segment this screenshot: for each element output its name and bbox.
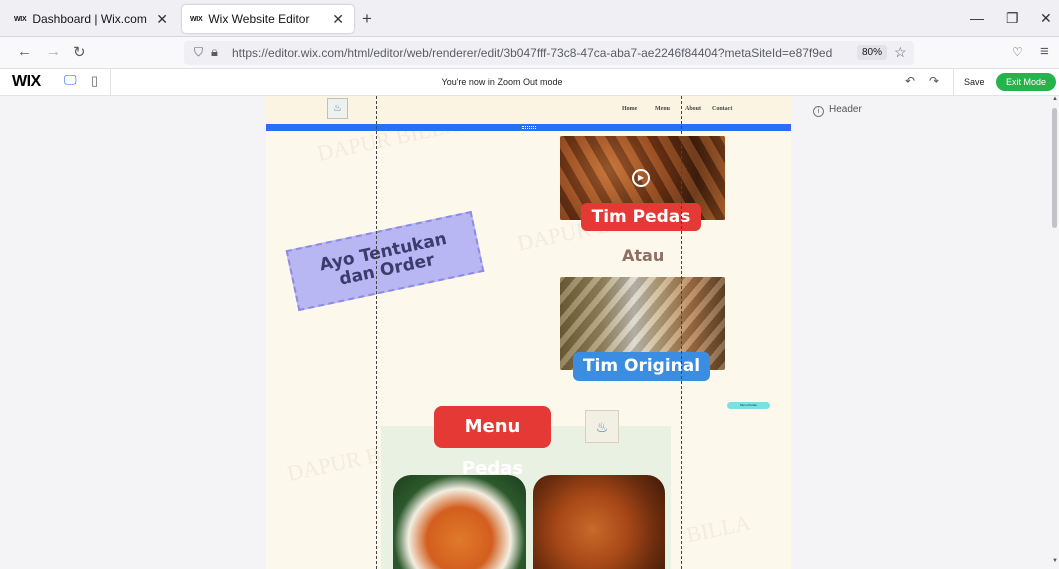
section-label-text: Header (829, 104, 862, 115)
close-window-icon[interactable]: ✕ (1040, 10, 1052, 27)
scroll-up-icon[interactable]: ▲ (1052, 96, 1058, 102)
wix-favicon-icon: WIX (14, 15, 27, 23)
play-icon[interactable]: ▶ (632, 169, 650, 187)
menu-item-home[interactable]: Home (622, 106, 637, 112)
order-ticket-graphic[interactable]: Ayo Tentukan dan Order (285, 210, 485, 312)
exit-mode-button[interactable]: Exit Mode (996, 73, 1056, 91)
header-selection-band[interactable] (266, 124, 791, 131)
shield-icon[interactable]: ⛉ (194, 45, 203, 60)
menu-pedas-heading[interactable]: Menu Pedas (434, 406, 551, 479)
forward-arrow-icon[interactable]: → (46, 43, 61, 60)
zoom-mode-message: You're now in Zoom Out mode (441, 77, 563, 87)
food-photo-1[interactable] (393, 475, 526, 569)
section-label[interactable]: i Header (813, 104, 862, 117)
tab-title: Dashboard | Wix.com (32, 12, 147, 26)
scrollbar-thumb[interactable] (1052, 108, 1057, 228)
bookmark-star-icon[interactable]: ☆ (894, 44, 907, 61)
wix-editor-topbar: WIX 🖵︎ ▯ You're now in Zoom Out mode ↶ ↷… (0, 69, 1059, 96)
menu-item-contact[interactable]: Contact (712, 106, 732, 112)
reload-icon[interactable]: ↻ (73, 43, 86, 61)
minimize-icon[interactable]: — (970, 10, 984, 26)
close-icon[interactable]: ✕ (332, 11, 344, 28)
lock-icon[interactable]: 🔒︎ (211, 44, 218, 60)
gridline-guide (376, 96, 377, 569)
divider (953, 69, 954, 96)
browser-nav-bar: ← → ↻ ⛉ 🔒︎ https://editor.wix.com/html/e… (0, 37, 1059, 69)
wix-favicon-icon: WIX (190, 15, 203, 23)
save-button[interactable]: Save (964, 77, 985, 87)
undo-icon[interactable]: ↶ (905, 74, 915, 88)
redo-icon[interactable]: ↷ (929, 74, 939, 88)
tab-wix-editor[interactable]: WIX Wix Website Editor ✕ (182, 5, 354, 33)
site-page-canvas[interactable]: DAPUR BILLA DAPUR BILLA DAPUR BILLA BILL… (266, 96, 791, 569)
restore-icon[interactable]: ❐ (1006, 10, 1019, 27)
url-text[interactable]: https://editor.wix.com/html/editor/web/r… (232, 46, 832, 60)
back-arrow-icon[interactable]: ← (17, 43, 32, 60)
menu-item-menu[interactable]: Menu (655, 106, 670, 112)
close-icon[interactable]: ✕ (156, 11, 168, 28)
tab-dashboard[interactable]: WIX Dashboard | Wix.com ✕ (6, 5, 178, 33)
info-icon: i (813, 106, 824, 117)
menu-icon[interactable]: ≡ (1040, 43, 1049, 60)
menu-item-about[interactable]: About (685, 106, 701, 112)
gridline-guide (681, 96, 682, 569)
tim-original-button[interactable]: Tim Original (573, 352, 710, 381)
drag-handle-icon[interactable] (522, 126, 536, 129)
plus-icon[interactable]: + (362, 9, 372, 29)
editor-workspace: DAPUR BILLA DAPUR BILLA DAPUR BILLA BILL… (0, 96, 1059, 569)
site-header[interactable]: ♨ Home Menu About Contact (266, 96, 791, 124)
watermark: BILLA (684, 509, 753, 548)
zoom-level[interactable]: 80% (857, 45, 888, 60)
tab-title: Wix Website Editor (208, 12, 310, 26)
food-photo-2[interactable] (533, 475, 665, 569)
site-logo-icon[interactable]: ♨ (327, 98, 348, 119)
tim-pedas-button[interactable]: Tim Pedas (581, 203, 701, 231)
brand-badge-icon[interactable]: ♨ (585, 410, 619, 443)
pocket-icon[interactable]: ♡ (1012, 45, 1023, 59)
anchor-tag[interactable]: Menu Pedas (727, 402, 770, 409)
url-bar[interactable]: ⛉ 🔒︎ https://editor.wix.com/html/editor/… (184, 41, 914, 65)
atau-text: Atau (622, 246, 665, 265)
browser-tab-strip: WIX Dashboard | Wix.com ✕ WIX Wix Websit… (0, 0, 1059, 37)
scroll-down-icon[interactable]: ▼ (1052, 558, 1058, 564)
